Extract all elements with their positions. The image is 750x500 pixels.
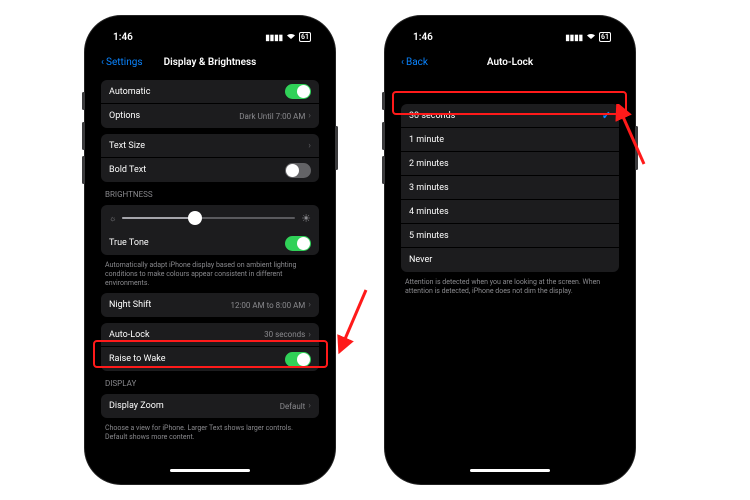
brightness-slider[interactable] [122,217,295,219]
home-indicator[interactable] [470,469,550,472]
signal-icon: ▮▮▮▮ [265,33,283,42]
notch [460,24,560,40]
row-label: Raise to Wake [109,354,165,364]
toggle-bold-text[interactable] [285,163,311,178]
chevron-right-icon: › [308,111,311,121]
home-indicator[interactable] [170,469,250,472]
page-title: Display & Brightness [93,57,327,68]
autolock-option[interactable]: 2 minutes [401,152,619,176]
row-bold-text[interactable]: Bold Text [101,158,319,182]
row-label: Automatic [109,87,150,97]
section-footer-display-zoom: Choose a view for iPhone. Larger Text sh… [105,424,315,442]
phone-right: 1:46 ▮▮▮▮ 61 ‹ Back Auto-Lock 30 se [385,16,635,484]
toggle-raise-to-wake[interactable] [285,352,311,367]
section-footer-attention: Attention is detected when you are looki… [405,278,615,296]
phone-left: 1:46 ▮▮▮▮ 61 ‹ Settings Display & Bright… [85,16,335,484]
row-label: Auto-Lock [109,330,150,340]
toggle-true-tone[interactable] [285,236,311,251]
nav-bar: ‹ Settings Display & Brightness [93,50,327,74]
row-label: True Tone [109,238,149,248]
row-options[interactable]: Options Dark Until 7:00 AM › [101,104,319,128]
autolock-option[interactable]: 30 seconds ✓ [401,104,619,128]
autolock-list[interactable]: 30 seconds ✓ 1 minute 2 minutes 3 minutes 4 m… [393,74,627,476]
row-true-tone[interactable]: True Tone [101,231,319,255]
option-label: 2 minutes [409,159,449,169]
section-footer-true-tone: Automatically adapt iPhone display based… [105,261,315,287]
option-label: 5 minutes [409,231,449,241]
row-label: Night Shift [109,300,151,310]
row-text-size[interactable]: Text Size › [101,134,319,158]
status-time: 1:46 [413,32,433,43]
row-label: Bold Text [109,165,146,175]
battery-icon: 61 [599,32,611,42]
volume-down-button[interactable] [82,156,85,184]
row-value: Default [280,402,306,411]
notch [160,24,260,40]
autolock-option[interactable]: 5 minutes [401,224,619,248]
status-indicators: ▮▮▮▮ 61 [565,32,611,42]
row-auto-lock[interactable]: Auto-Lock 30 seconds › [101,323,319,347]
chevron-right-icon: › [308,401,311,411]
status-indicators: ▮▮▮▮ 61 [265,32,311,42]
option-label: 3 minutes [409,183,449,193]
row-label: Options [109,111,140,121]
mute-switch[interactable] [82,92,85,110]
signal-icon: ▮▮▮▮ [565,33,583,42]
check-icon: ✓ [602,109,611,122]
toggle-automatic[interactable] [285,84,311,99]
option-label: 30 seconds [409,111,455,121]
chevron-right-icon: › [308,330,311,340]
mute-switch[interactable] [382,92,385,110]
chevron-right-icon: › [308,141,311,151]
autolock-option[interactable]: Never [401,248,619,272]
section-header-display: DISPLAY [105,379,315,388]
side-button[interactable] [635,126,638,170]
row-display-zoom[interactable]: Display Zoom Default › [101,394,319,418]
row-label: Display Zoom [109,401,164,411]
volume-down-button[interactable] [382,156,385,184]
sun-min-icon: ☼ [109,214,116,223]
autolock-option[interactable]: 1 minute [401,128,619,152]
autolock-option[interactable]: 4 minutes [401,200,619,224]
nav-bar: ‹ Back Auto-Lock [393,50,627,74]
volume-up-button[interactable] [382,122,385,150]
section-header-brightness: BRIGHTNESS [105,190,315,199]
battery-icon: 61 [299,32,311,42]
row-value: 12:00 AM to 8:00 AM [231,301,306,310]
row-automatic[interactable]: Automatic [101,80,319,104]
option-label: Never [409,255,432,265]
autolock-option[interactable]: 3 minutes [401,176,619,200]
wifi-icon [286,32,296,42]
row-value: Dark Until 7:00 AM [239,112,305,121]
option-label: 4 minutes [409,207,449,217]
chevron-right-icon: › [308,300,311,310]
wifi-icon [586,32,596,42]
side-button[interactable] [335,126,338,170]
settings-list[interactable]: Automatic Options Dark Until 7:00 AM › T… [93,74,327,476]
volume-up-button[interactable] [82,122,85,150]
row-brightness-slider[interactable]: ☼ ☀ [101,205,319,231]
row-value: 30 seconds [264,330,305,339]
sun-max-icon: ☀ [301,212,311,225]
row-raise-to-wake[interactable]: Raise to Wake [101,347,319,371]
page-title: Auto-Lock [393,57,627,68]
row-label: Text Size [109,141,145,151]
option-label: 1 minute [409,135,444,145]
row-night-shift[interactable]: Night Shift 12:00 AM to 8:00 AM › [101,293,319,317]
status-time: 1:46 [113,32,133,43]
